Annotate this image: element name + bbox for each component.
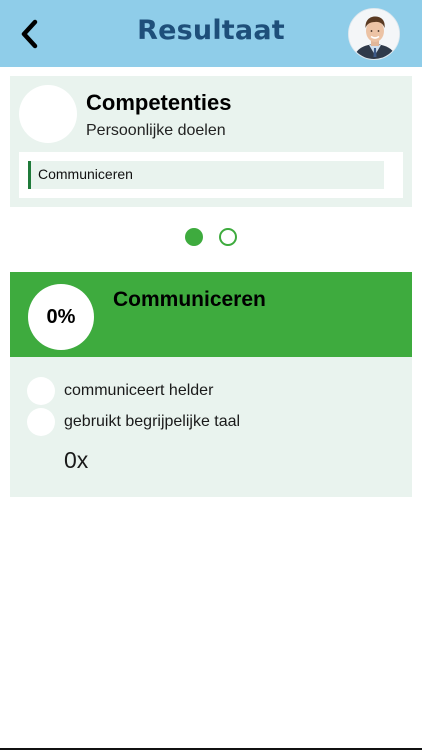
criterion-radio[interactable] (27, 377, 55, 405)
criterion-label: gebruikt begrijpelijke taal (64, 413, 241, 430)
competence-card: Competenties Persoonlijke doelen Communi… (10, 76, 412, 207)
result-card: 0% Communiceren communiceert helder gebr… (10, 272, 412, 497)
page-indicator-1[interactable] (185, 228, 203, 246)
user-avatar[interactable] (348, 8, 400, 60)
result-screen: Resultaat Competenties Persoonlijke doel… (0, 0, 422, 750)
count-label: 0x (64, 447, 89, 473)
profile-photo (349, 9, 399, 59)
competence-subtitle: Persoonlijke doelen (86, 122, 226, 139)
percent-badge: 0% (28, 284, 94, 350)
competence-icon-placeholder (19, 85, 77, 143)
header-bar: Resultaat (0, 0, 422, 67)
page-indicator-2[interactable] (219, 228, 237, 246)
criterion-radio[interactable] (27, 408, 55, 436)
result-title: Communiceren (113, 288, 266, 311)
result-header: 0% Communiceren (10, 272, 412, 357)
competence-list-item[interactable]: Communiceren (28, 161, 384, 189)
competence-title: Competenties (86, 90, 232, 115)
criterion-label: communiceert helder (64, 382, 214, 399)
